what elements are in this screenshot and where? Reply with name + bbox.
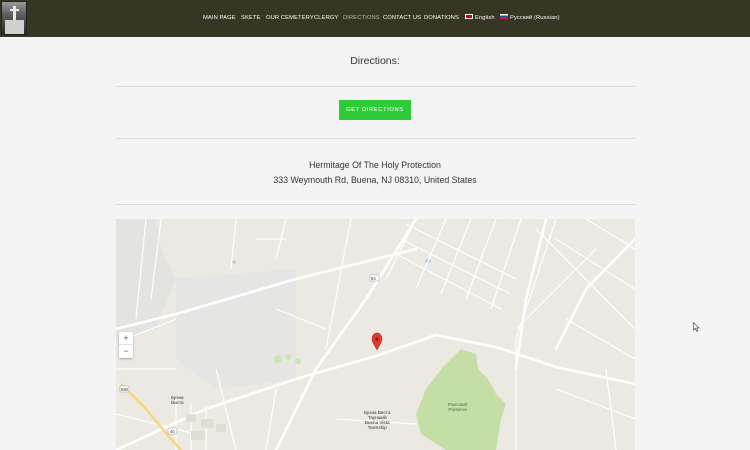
uk-flag-icon: [465, 14, 473, 19]
route-40-label: 40: [170, 429, 175, 434]
nav-lang-russian[interactable]: Русский (Russian): [500, 13, 560, 23]
google-map[interactable]: 54 690 40 Буэна Виста Буэна Виста Таунши…: [116, 219, 635, 450]
nav-clergy[interactable]: CLERGY: [314, 13, 338, 23]
water-feature: [232, 260, 236, 264]
russia-flag-icon: [500, 14, 508, 19]
nav-lang-english[interactable]: English: [465, 13, 495, 23]
route-54-label: 54: [371, 276, 376, 281]
page-title: Directions:: [350, 55, 400, 67]
logo-cross: [10, 9, 19, 11]
mouse-cursor-icon: [693, 322, 700, 332]
lang-english-label: English: [475, 15, 495, 21]
divider: [116, 86, 635, 87]
top-navigation-bar: MAIN PAGE SKETE OUR CEMETERY CLERGY DIRE…: [0, 0, 750, 37]
divider: [116, 204, 635, 205]
nav-contact-us[interactable]: CONTACT US: [383, 13, 421, 23]
get-directions-button[interactable]: GET DIRECTIONS: [339, 100, 411, 120]
buena-town-label: Буэна Виста: [171, 395, 184, 405]
zoom-control: + −: [119, 332, 133, 358]
pancoast-preserve-label: Pancoast Preserve: [448, 402, 468, 412]
zoom-out-button[interactable]: −: [119, 345, 133, 358]
pancoast-preserve-area: [416, 349, 506, 450]
route-690-label: 690: [121, 387, 128, 392]
nav-our-cemetery[interactable]: OUR CEMETERY: [266, 13, 314, 23]
map-area: [176, 269, 296, 389]
divider: [116, 138, 635, 139]
buena-vista-township-label: Буэна Виста Таунший Buena Vista Township: [364, 410, 391, 430]
lang-russian-label: Русский (Russian): [510, 15, 560, 21]
nav-donations[interactable]: DONATIONS: [424, 13, 459, 23]
main-menu: MAIN PAGE SKETE OUR CEMETERY CLERGY DIRE…: [0, 13, 750, 25]
nav-skete[interactable]: SKETE: [241, 13, 261, 23]
nav-main-page[interactable]: MAIN PAGE: [203, 13, 236, 23]
zoom-in-button[interactable]: +: [119, 332, 133, 345]
location-pin-icon[interactable]: [371, 332, 383, 351]
place-name: Hermitage Of The Holy Protection: [309, 160, 441, 170]
place-address: 333 Weymouth Rd, Buena, NJ 08310, United…: [273, 175, 477, 185]
nav-directions[interactable]: DIRECTIONS: [343, 13, 380, 23]
